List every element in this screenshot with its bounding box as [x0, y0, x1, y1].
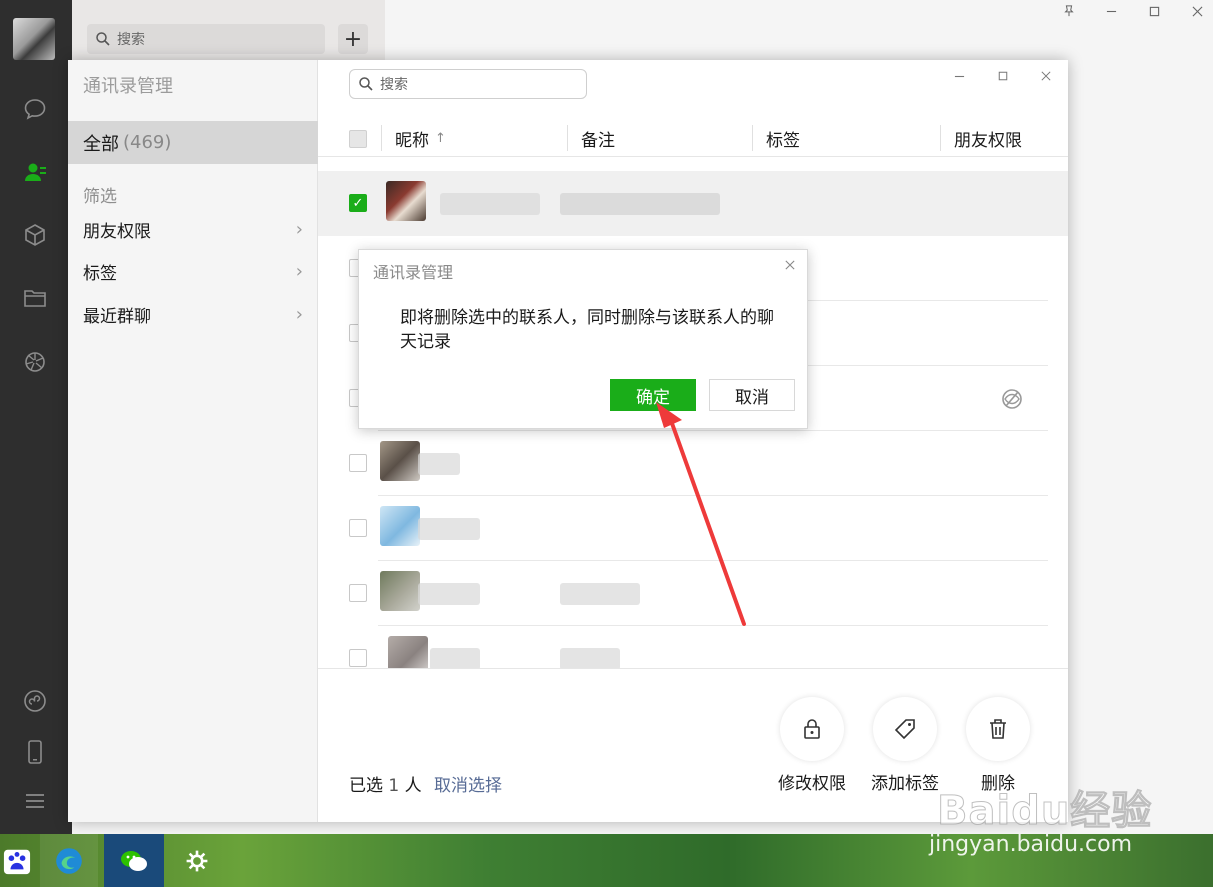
- box-icon[interactable]: [20, 220, 50, 250]
- windows-taskbar: [0, 834, 1213, 887]
- filter-item-permission[interactable]: 朋友权限 ›: [68, 209, 318, 249]
- search-icon: [96, 32, 110, 46]
- trash-icon: [990, 719, 1006, 739]
- manager-sidebar: 通讯录管理 全部 (469) 筛选 朋友权限 › 标签 › 最近群聊 ›: [68, 60, 318, 822]
- filter-item-label: 最近群聊: [83, 306, 151, 327]
- selected-count: 1: [388, 776, 400, 796]
- cancel-selection-link[interactable]: 取消选择: [434, 771, 502, 796]
- selected-prefix: 已选: [349, 776, 383, 796]
- user-avatar[interactable]: [13, 18, 55, 60]
- selected-count-text: 已选 1 人: [349, 771, 422, 796]
- blurred-nickname: [418, 583, 480, 605]
- row-checkbox[interactable]: [349, 454, 367, 472]
- minimize-icon[interactable]: [1101, 2, 1121, 20]
- manager-minimize-icon[interactable]: [948, 66, 970, 86]
- row-checkbox[interactable]: [349, 649, 367, 667]
- filter-item-recent-groups[interactable]: 最近群聊 ›: [68, 294, 318, 334]
- avatar: [380, 571, 420, 611]
- contact-table-header: 昵称 ↑ 备注 标签 朋友权限: [318, 120, 1068, 157]
- filter-all-item[interactable]: 全部 (469): [68, 121, 318, 164]
- contacts-icon[interactable]: [20, 157, 50, 187]
- manager-close-icon[interactable]: [1035, 66, 1057, 86]
- column-remark[interactable]: 备注: [581, 120, 615, 157]
- table-row[interactable]: [318, 561, 1068, 626]
- baidu-taskbar-icon[interactable]: [0, 834, 34, 887]
- tag-icon: [894, 719, 915, 740]
- manager-maximize-icon[interactable]: [992, 66, 1014, 86]
- avatar: [380, 506, 420, 546]
- chevron-right-icon: ›: [295, 303, 303, 325]
- add-tag-button[interactable]: 添加标签: [865, 697, 945, 794]
- miniprogram-icon[interactable]: [20, 686, 50, 716]
- select-all-checkbox[interactable]: [349, 129, 367, 148]
- close-icon[interactable]: [1187, 2, 1207, 20]
- maximize-icon[interactable]: [1144, 2, 1164, 20]
- blurred-remark: [560, 648, 620, 670]
- blurred-remark: [560, 583, 640, 605]
- lock-icon: [804, 719, 820, 739]
- chat-icon[interactable]: [20, 94, 50, 124]
- confirm-button[interactable]: 确定: [610, 379, 696, 411]
- table-row[interactable]: ✓: [318, 171, 1068, 236]
- filter-item-label: 朋友权限: [83, 221, 151, 242]
- column-nickname[interactable]: 昵称 ↑: [395, 120, 446, 157]
- chevron-right-icon: ›: [295, 218, 303, 240]
- blurred-remark: [560, 193, 720, 215]
- manager-search-placeholder: 搜索: [380, 77, 408, 93]
- all-label: 全部: [83, 133, 119, 155]
- edge-taskbar-icon[interactable]: [40, 834, 98, 887]
- add-tag-label: 添加标签: [871, 774, 939, 794]
- blurred-nickname: [418, 518, 480, 540]
- manager-bottom-bar: 已选 1 人 取消选择 修改权限 添加标签 删除: [318, 668, 1068, 822]
- dialog-message: 即将删除选中的联系人，同时删除与该联系人的聊天记录: [400, 308, 774, 352]
- row-checkbox[interactable]: [349, 584, 367, 602]
- table-row[interactable]: [318, 496, 1068, 561]
- delete-button[interactable]: 删除: [958, 697, 1038, 794]
- avatar: [386, 181, 426, 221]
- main-search-input[interactable]: 搜索: [87, 24, 325, 54]
- all-count: (469): [123, 132, 172, 153]
- manager-search-input[interactable]: 搜索: [349, 69, 587, 99]
- phone-icon[interactable]: [20, 737, 50, 767]
- blurred-nickname: [418, 453, 460, 475]
- modify-permission-button[interactable]: 修改权限: [772, 697, 852, 794]
- column-permission[interactable]: 朋友权限: [954, 120, 1022, 157]
- settings-taskbar-icon[interactable]: [168, 834, 226, 887]
- confirm-delete-dialog: 通讯录管理 即将删除选中的联系人，同时删除与该联系人的聊天记录 确定 取消: [358, 249, 808, 429]
- menu-icon[interactable]: [20, 786, 50, 816]
- selected-suffix: 人: [404, 776, 422, 796]
- modify-permission-label: 修改权限: [778, 774, 846, 794]
- main-search-placeholder: 搜索: [117, 32, 145, 48]
- table-row[interactable]: [318, 431, 1068, 496]
- manager-content: 搜索 昵称 ↑ 备注 标签 朋友权限 ✓ 已选 1 人 取消选择 修改权限 添加…: [318, 60, 1068, 822]
- add-button[interactable]: +: [338, 24, 368, 54]
- filter-item-label: 标签: [83, 263, 117, 284]
- sort-arrow-icon: ↑: [435, 131, 446, 146]
- row-checkbox[interactable]: [349, 519, 367, 537]
- row-checkbox[interactable]: ✓: [349, 194, 367, 212]
- column-tag[interactable]: 标签: [766, 120, 800, 157]
- manager-title: 通讯录管理: [83, 76, 173, 97]
- delete-label: 删除: [981, 774, 1015, 794]
- avatar: [380, 441, 420, 481]
- blurred-nickname: [440, 193, 540, 215]
- search-icon: [359, 77, 373, 91]
- permission-hidden-icon: [1001, 388, 1023, 410]
- moments-icon[interactable]: [20, 347, 50, 377]
- chevron-right-icon: ›: [295, 260, 303, 282]
- column-nickname-label: 昵称: [395, 131, 429, 151]
- cancel-button[interactable]: 取消: [709, 379, 795, 411]
- pin-icon[interactable]: [1059, 2, 1079, 20]
- blurred-nickname: [430, 648, 480, 670]
- filter-section-label: 筛选: [83, 187, 117, 207]
- contact-manager-window: 通讯录管理 全部 (469) 筛选 朋友权限 › 标签 › 最近群聊 › 搜索: [68, 60, 1068, 822]
- dialog-title: 通讯录管理: [373, 263, 454, 282]
- folder-icon[interactable]: [20, 283, 50, 313]
- wechat-taskbar-icon[interactable]: [104, 834, 164, 887]
- dialog-close-icon[interactable]: [785, 258, 795, 274]
- main-sidebar: [0, 0, 72, 834]
- filter-item-tag[interactable]: 标签 ›: [68, 251, 318, 291]
